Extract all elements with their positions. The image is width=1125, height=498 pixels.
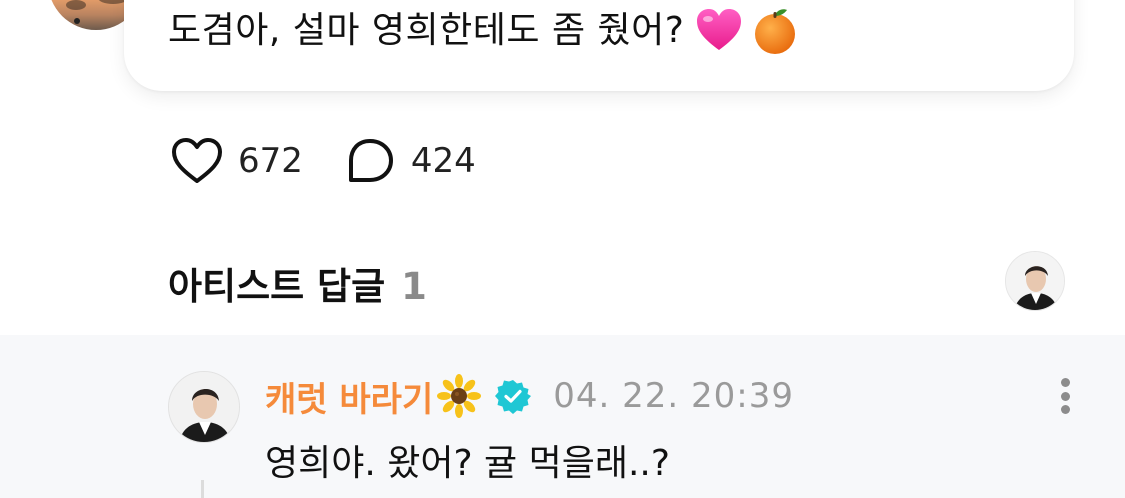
comment-header: 캐럿 바라기 04. 22. 20:39 [265,372,794,420]
post-message: 도겸아, 설마 영희한테도 좀 줬어? [168,6,800,56]
more-dot-icon [1060,378,1070,387]
reply-thread-line [201,480,204,498]
comment-bubble-icon [348,139,393,182]
comment-count: 424 [410,141,476,181]
artist-replies-count: 1 [401,265,427,308]
artist-avatar[interactable] [1005,251,1065,311]
verified-badge-icon [495,380,532,414]
comment-button[interactable]: 424 [343,136,476,186]
tangerine-emoji-icon [755,9,796,54]
comment-timestamp: 04. 22. 20:39 [553,376,794,416]
artist-portrait-icon [1006,252,1064,310]
reaction-bar: 672 424 [170,136,516,186]
post-message-text: 도겸아, 설마 영희한테도 좀 줬어? [168,10,685,51]
post-detail-screen: 도겸아, 설마 영희한테도 좀 줬어? 672 424 아티스트 답글 1 캐럿… [0,0,1125,498]
artist-replies-header[interactable]: 아티스트 답글 1 [168,256,427,310]
sunflower-icon [437,374,482,418]
heart-icon [172,138,222,183]
more-options-button[interactable] [1052,374,1078,418]
more-dot-icon [1060,391,1070,401]
comment-author-name[interactable]: 캐럿 바라기 [265,372,433,421]
comment-text: 영희야. 왔어? 귤 먹을래..? [265,443,670,484]
comment-author-avatar[interactable] [168,371,240,443]
like-button[interactable]: 672 [170,136,303,186]
heart-emoji-icon [697,9,742,50]
artist-portrait-icon [169,372,239,442]
artist-replies-title: 아티스트 답글 [168,265,386,308]
more-dot-icon [1060,405,1070,414]
like-count: 672 [238,141,303,181]
